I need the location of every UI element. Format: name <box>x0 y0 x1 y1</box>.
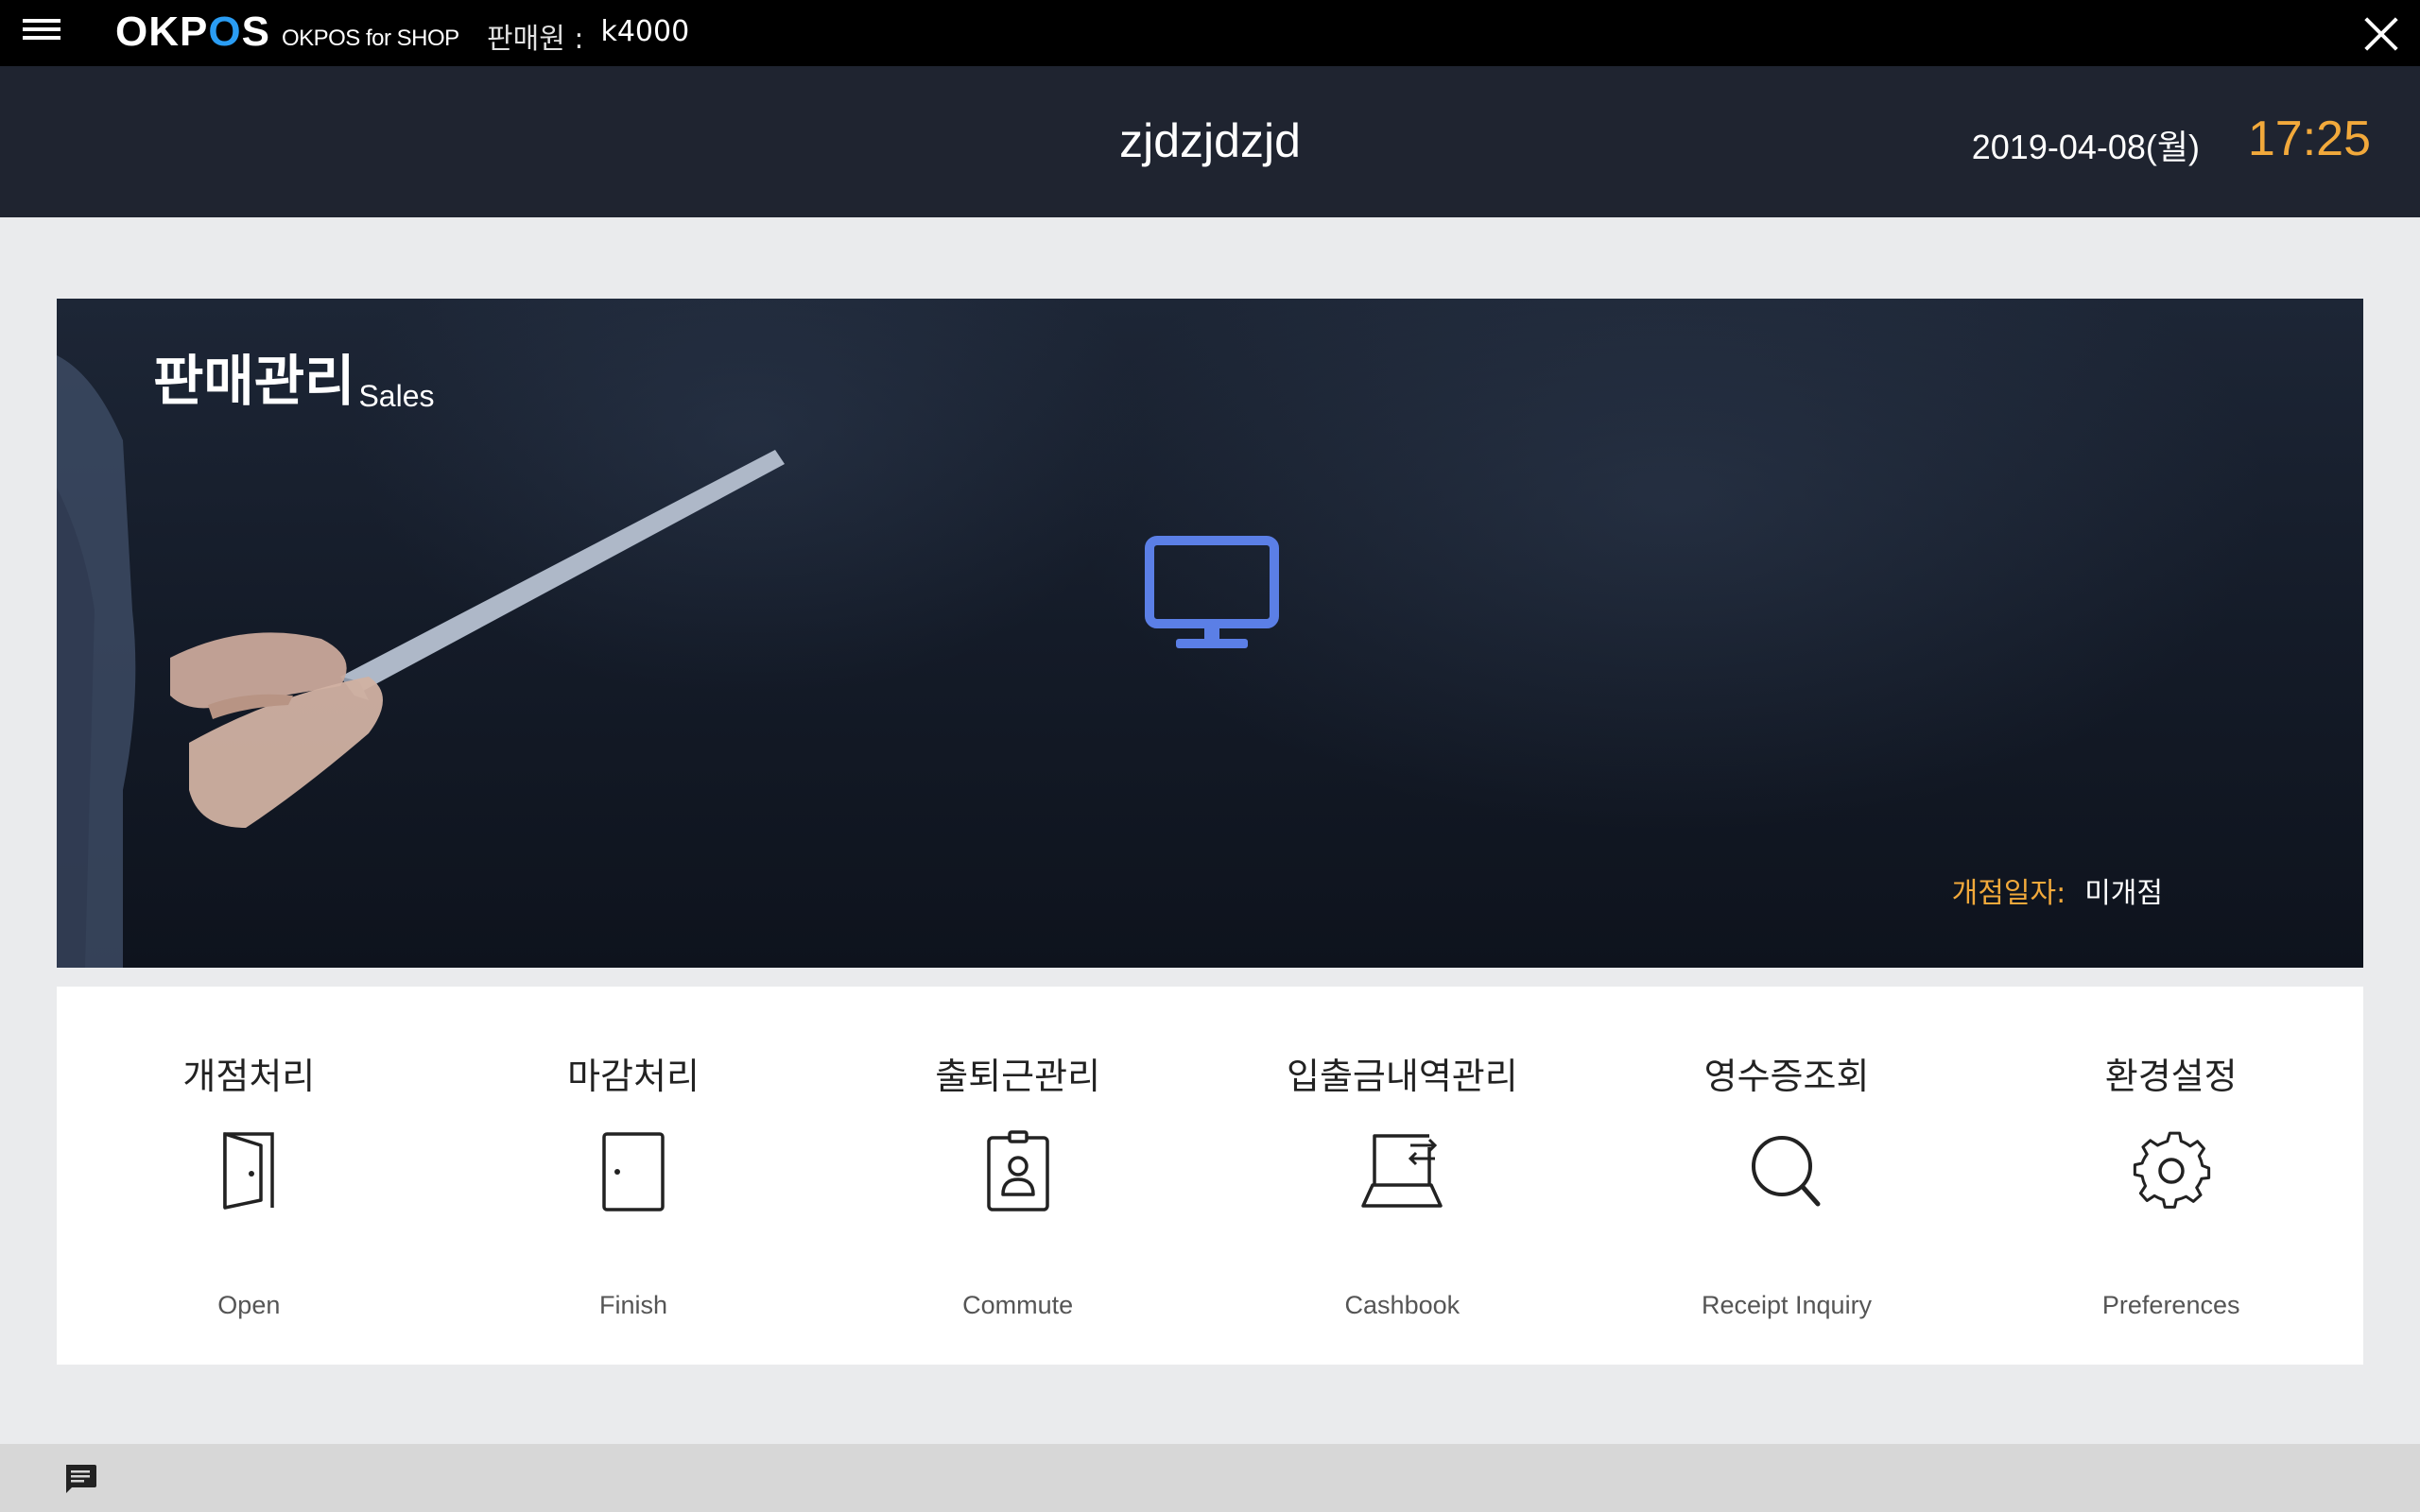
open-date-label: 개점일자: <box>1951 877 2066 910</box>
close-icon[interactable] <box>2363 16 2399 52</box>
menu-item-label-ko: 영수증조회 <box>1703 1056 1870 1097</box>
menu-item-label-ko: 개점처리 <box>182 1056 316 1097</box>
menu-item-label-en: Cashbook <box>1344 1291 1461 1319</box>
menu-item-label-en: Open <box>217 1291 281 1319</box>
menu-item-label-en: Commute <box>962 1291 1074 1319</box>
open-date-value: 미개점 <box>2084 877 2163 910</box>
menu-item-commute[interactable]: 출퇴근관리 Commute <box>825 987 1210 1365</box>
seller-id: k4000 <box>600 15 690 48</box>
gear-icon <box>2133 1131 2210 1209</box>
menu-item-label-en: Finish <box>598 1291 668 1319</box>
banner-title-ko: 판매관리 <box>153 349 355 413</box>
monitor-icon[interactable] <box>1144 535 1280 652</box>
menu-item-label-en: Preferences <box>2101 1291 2240 1319</box>
logo-text: OKPOS <box>115 9 270 55</box>
header-bar: zjdzjdzjd 2019-04-08(월) 17:25 <box>0 66 2420 217</box>
sales-banner[interactable]: 판매관리 Sales 개점일자: 미개점 <box>57 299 2363 968</box>
menu-item-label-ko: 출퇴근관리 <box>935 1056 1101 1097</box>
menu-item-open[interactable]: 개점처리 Open <box>57 987 441 1365</box>
menu-item-preferences[interactable]: 환경설정 Preferences <box>1979 987 2363 1365</box>
seller-info: 판매원 : k4000 <box>487 15 689 57</box>
cashbook-icon <box>1361 1134 1443 1208</box>
banner-title: 판매관리 Sales <box>153 336 435 416</box>
open-date: 개점일자: 미개점 <box>1952 869 2163 911</box>
hamburger-icon[interactable] <box>17 15 66 51</box>
id-badge-icon <box>986 1130 1049 1211</box>
menu-item-label-ko: 마감처리 <box>567 1056 700 1097</box>
current-time: 17:25 <box>2247 112 2371 166</box>
chat-icon[interactable] <box>62 1461 98 1497</box>
current-date: 2019-04-08(월) <box>1971 128 2200 166</box>
menu-item-label-ko: 입출금내역관리 <box>1286 1056 1518 1097</box>
logo-subtitle: OKPOS for SHOP <box>281 26 459 51</box>
function-menu: 개점처리 Open 마감처리 Finish 출퇴근관리 Commute 입출금내… <box>57 987 2363 1365</box>
okpos-logo: OKPOS OKPOS for SHOP <box>115 9 459 56</box>
top-bar: OKPOS OKPOS for SHOP 판매원 : k4000 <box>0 0 2420 66</box>
menu-item-finish[interactable]: 마감처리 Finish <box>441 987 826 1365</box>
menu-item-label-ko: 환경설정 <box>2104 1056 2238 1097</box>
search-icon <box>1752 1136 1821 1207</box>
seller-label: 판매원 : <box>487 23 584 56</box>
menu-item-cashbook[interactable]: 입출금내역관리 Cashbook <box>1210 987 1595 1365</box>
door-open-icon <box>223 1132 275 1210</box>
menu-item-receipt-inquiry[interactable]: 영수증조회 Receipt Inquiry <box>1595 987 1979 1365</box>
menu-item-label-en: Receipt Inquiry <box>1701 1291 1873 1319</box>
bottom-bar <box>0 1444 2420 1512</box>
door-closed-icon <box>602 1132 665 1211</box>
banner-title-en: Sales <box>358 379 435 413</box>
